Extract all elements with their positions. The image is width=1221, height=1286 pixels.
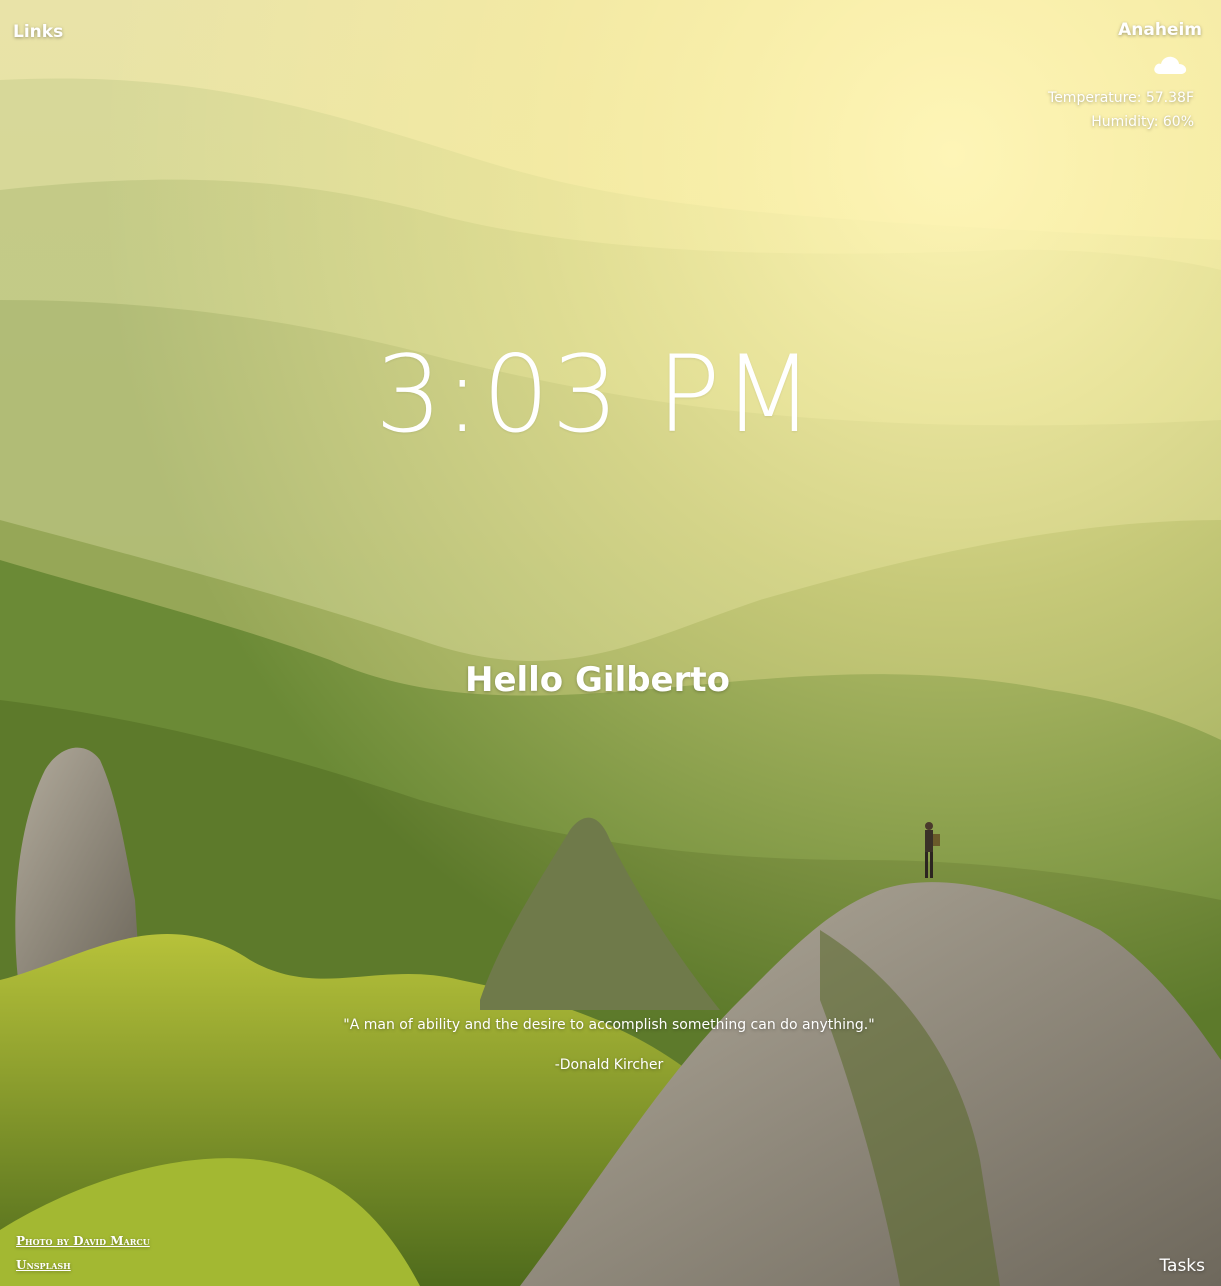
photo-credit: Photo by David Marcu Unsplash bbox=[16, 1229, 150, 1277]
greeting-text: Hello Gilberto bbox=[464, 660, 730, 700]
quote-text: "A man of ability and the desire to acco… bbox=[343, 1017, 875, 1033]
weather-humidity: Humidity: 60% bbox=[1091, 114, 1194, 130]
photographer-link[interactable]: Photo by David Marcu bbox=[16, 1229, 150, 1253]
clock-time: 3:03 PM bbox=[374, 333, 817, 456]
unsplash-link[interactable]: Unsplash bbox=[16, 1253, 150, 1277]
weather-city: Anaheim bbox=[1118, 20, 1202, 40]
quote-author: -Donald Kircher bbox=[554, 1057, 664, 1073]
weather-widget: Anaheim Temperature: 57.38F Humidity: 60… bbox=[954, 20, 1202, 134]
tasks-button[interactable]: Tasks bbox=[1159, 1256, 1205, 1276]
weather-temperature: Temperature: 57.38F bbox=[1048, 90, 1194, 106]
cloud-icon bbox=[1152, 54, 1188, 80]
background-photo bbox=[0, 0, 1221, 1286]
links-button[interactable]: Links bbox=[13, 22, 63, 42]
